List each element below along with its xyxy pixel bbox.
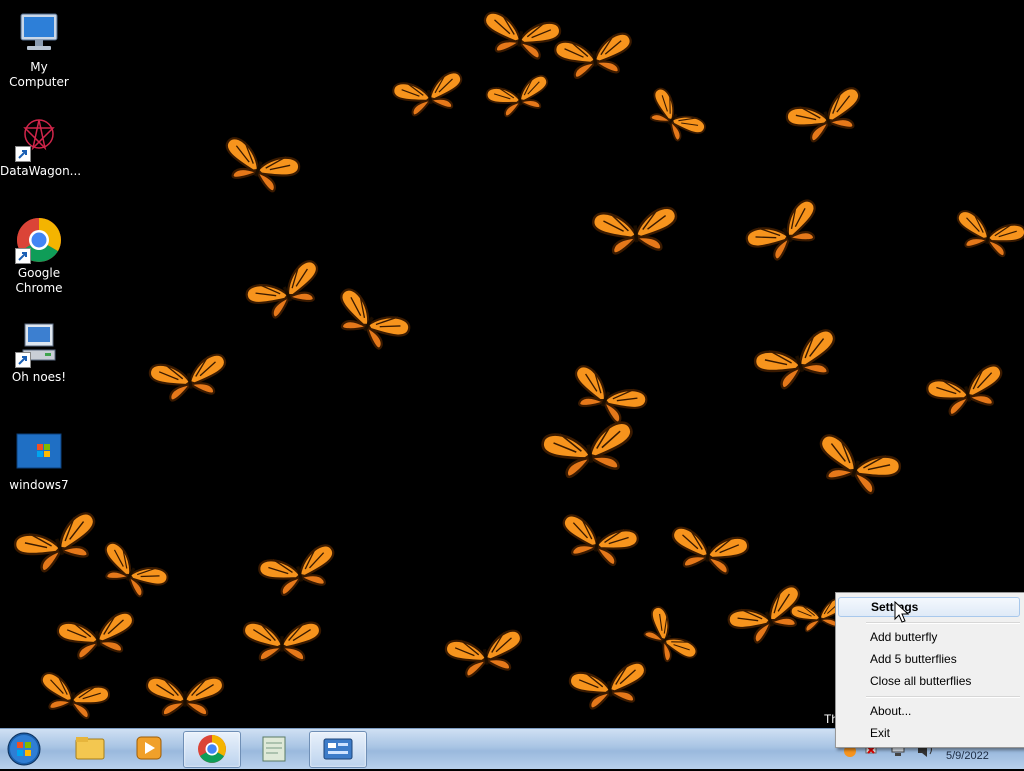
butterfly-sprite bbox=[390, 69, 468, 120]
desktop-icon-my-computer[interactable]: My Computer bbox=[0, 10, 78, 90]
shortcut-arrow-icon bbox=[15, 146, 31, 162]
windows-orb-icon bbox=[7, 732, 41, 766]
taskbar-control-panel-button[interactable] bbox=[309, 731, 367, 768]
desktop-icon-label: DataWagon... bbox=[0, 164, 82, 178]
butterfly-sprite bbox=[591, 205, 681, 257]
butterfly-sprite bbox=[567, 660, 652, 713]
menu-separator bbox=[866, 696, 1020, 698]
computer-icon bbox=[15, 10, 63, 58]
butterfly-sprite bbox=[147, 352, 232, 405]
menu-item-add-5-butterflies[interactable]: Add 5 butterflies bbox=[838, 649, 1020, 669]
butterfly-sprite bbox=[809, 431, 904, 502]
chrome-icon bbox=[15, 216, 63, 264]
butterfly-sprite bbox=[539, 419, 639, 482]
media-player-icon bbox=[136, 736, 162, 760]
notepad-icon bbox=[262, 736, 286, 762]
explorer-folder-icon bbox=[75, 737, 105, 760]
butterfly-sprite bbox=[256, 542, 342, 601]
network-computer-icon bbox=[15, 320, 63, 368]
menu-item-exit[interactable]: Exit bbox=[838, 723, 1020, 743]
start-button[interactable] bbox=[5, 731, 43, 767]
butterfly-sprite bbox=[326, 285, 414, 359]
butterfly-sprite bbox=[751, 326, 846, 397]
butterfly-sprite bbox=[634, 603, 700, 673]
butterfly-sprite bbox=[443, 628, 528, 681]
butterfly-sprite bbox=[949, 208, 1024, 262]
desktop-icon-label: My Computer bbox=[9, 60, 69, 89]
butterfly-sprite bbox=[783, 84, 871, 149]
butterfly-sprite bbox=[242, 621, 322, 662]
shortcut-arrow-icon bbox=[15, 352, 31, 368]
desktop-icon-oh-noes[interactable]: Oh noes! bbox=[0, 320, 78, 385]
butterfly-sprite bbox=[742, 196, 830, 270]
desktop-icon-label: Oh noes! bbox=[11, 370, 67, 384]
menu-separator bbox=[866, 622, 1020, 624]
menu-item-settings[interactable]: Settings bbox=[838, 597, 1020, 617]
butterfly-sprite bbox=[924, 362, 1010, 421]
desktop-icon-windows7[interactable]: windows7 bbox=[0, 428, 78, 493]
windows7-image-icon bbox=[15, 428, 63, 476]
menu-item-add-butterfly[interactable]: Add butterfly bbox=[838, 627, 1020, 647]
butterfly-sprite bbox=[92, 539, 172, 606]
taskbar-clock-date[interactable]: 5/9/2022 bbox=[946, 750, 989, 762]
butterfly-sprite bbox=[639, 85, 709, 151]
butterfly-sprite bbox=[242, 257, 331, 326]
butterfly-sprite bbox=[11, 509, 106, 580]
datawagon-icon bbox=[15, 114, 63, 162]
control-panel-icon bbox=[323, 738, 353, 760]
desktop-icon-datawagon[interactable]: DataWagon... bbox=[0, 114, 82, 179]
menu-item-about[interactable]: About... bbox=[838, 701, 1020, 721]
butterfly-sprite bbox=[484, 73, 555, 121]
butterfly-sprite bbox=[478, 10, 563, 63]
desktop-icon-google-chrome[interactable]: Google Chrome bbox=[0, 216, 78, 296]
shortcut-arrow-icon bbox=[15, 248, 31, 264]
butterfly-sprite bbox=[553, 31, 636, 82]
butterfly-sprite bbox=[562, 362, 651, 431]
butterfly-sprite bbox=[145, 676, 225, 717]
desktop-icon-label: windows7 bbox=[9, 478, 69, 492]
butterfly-context-menu: Settings Add butterfly Add 5 butterflies… bbox=[835, 592, 1024, 748]
taskbar-notepad-button[interactable] bbox=[246, 731, 302, 766]
taskbar-media-player-button[interactable] bbox=[121, 731, 177, 766]
butterfly-sprite bbox=[215, 134, 303, 199]
desktop-icon-label: Google Chrome bbox=[15, 266, 63, 295]
butterfly-sprite bbox=[55, 610, 140, 663]
butterfly-sprite bbox=[33, 670, 112, 724]
taskbar-explorer-button[interactable] bbox=[62, 731, 118, 766]
chrome-icon bbox=[198, 735, 226, 763]
butterfly-sprite bbox=[555, 512, 641, 571]
taskbar-chrome-button[interactable] bbox=[183, 731, 241, 768]
menu-item-close-all-butterflies[interactable]: Close all butterflies bbox=[838, 671, 1020, 691]
butterfly-sprite bbox=[666, 525, 751, 578]
mouse-cursor-icon bbox=[894, 601, 910, 623]
